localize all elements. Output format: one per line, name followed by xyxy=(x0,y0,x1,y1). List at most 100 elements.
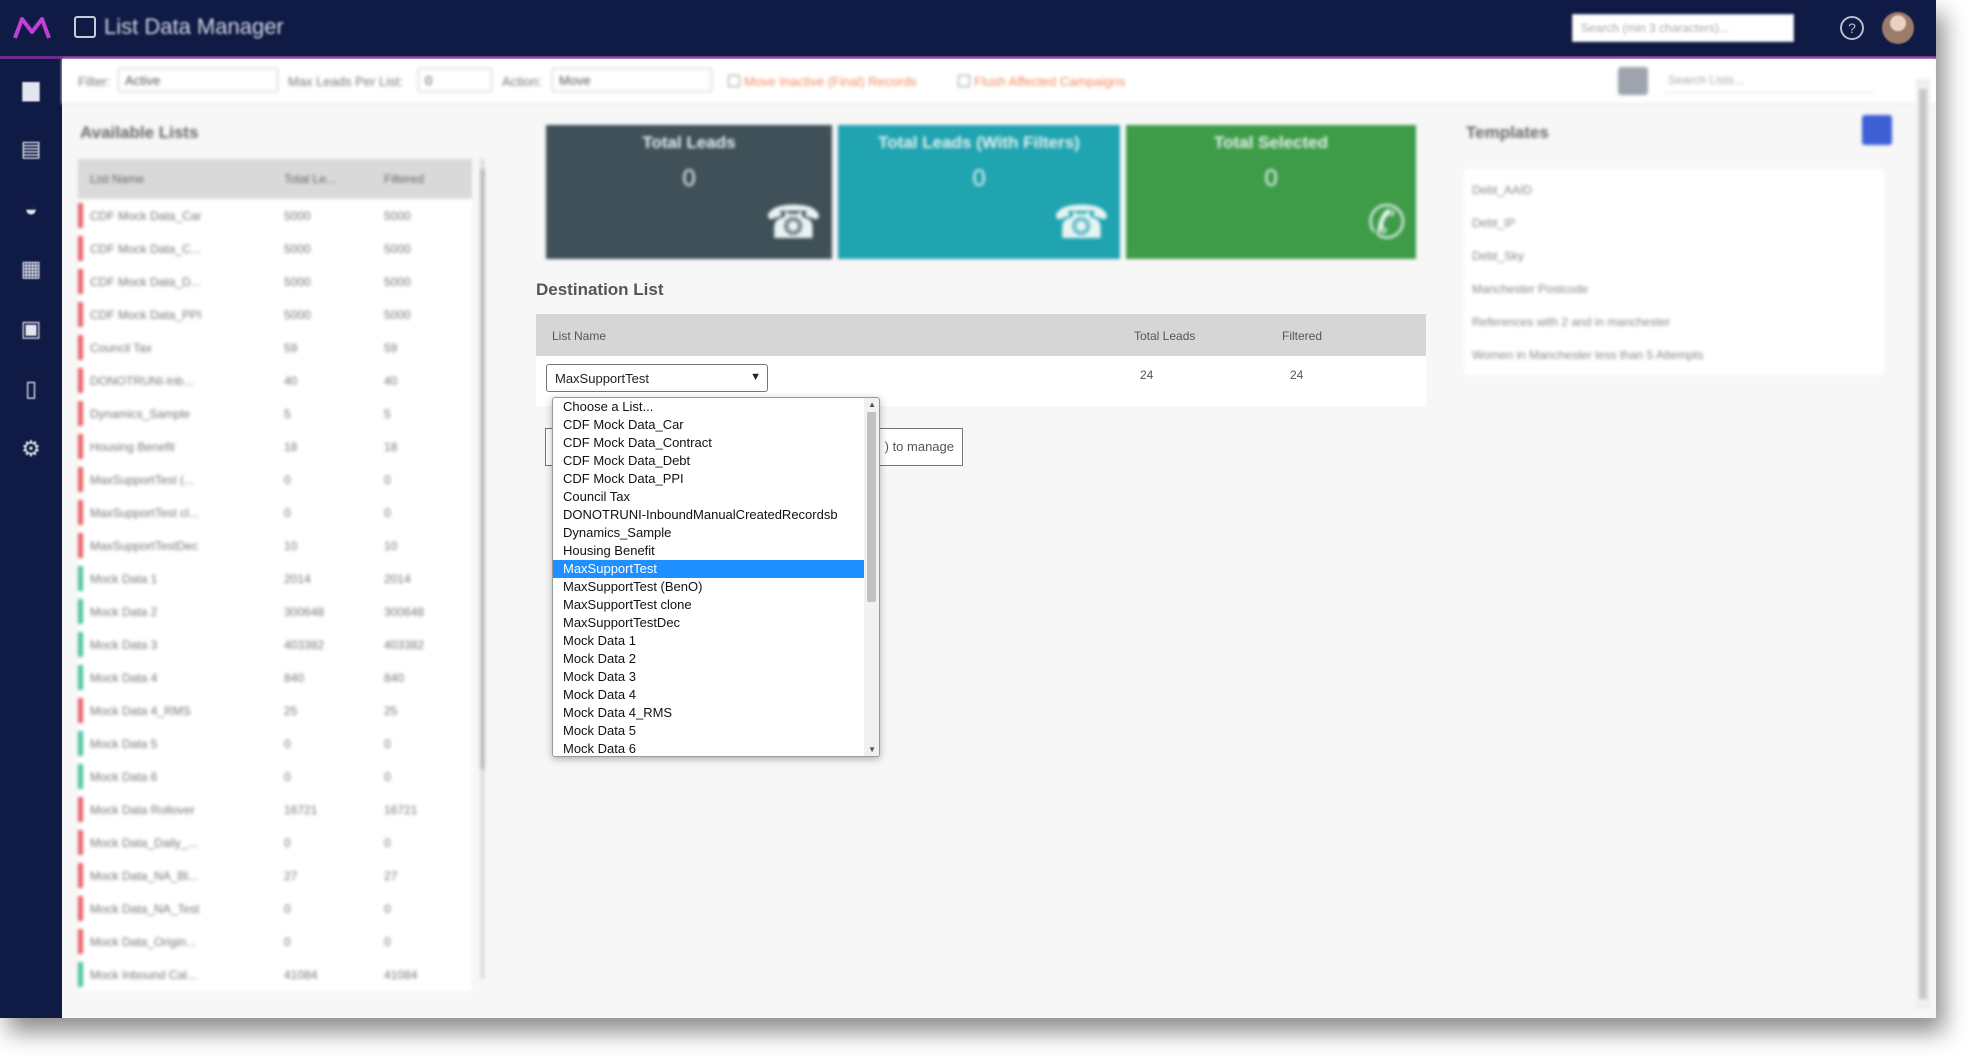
dropdown-option[interactable]: MaxSupportTest xyxy=(553,560,879,578)
table-row[interactable]: Dynamics_Sample 5 5 xyxy=(78,397,472,430)
list-name: CDF Mock Data_D... xyxy=(90,275,201,289)
dropdown-option[interactable]: Mock Data 4 xyxy=(553,686,879,704)
table-row[interactable]: Mock Data 2 300648 300648 xyxy=(78,595,472,628)
dropdown-option[interactable]: CDF Mock Data_Car xyxy=(553,416,879,434)
dropdown-option[interactable]: Mock Data 2 xyxy=(553,650,879,668)
phone-icon: ☎ xyxy=(764,196,822,248)
table-row[interactable]: CDF Mock Data_Car 5000 5000 xyxy=(78,199,472,232)
dropdown-option[interactable]: Mock Data 5 xyxy=(553,722,879,740)
status-indicator xyxy=(78,863,83,888)
status-indicator xyxy=(78,236,83,261)
table-row[interactable]: MaxSupportTest cl... 0 0 xyxy=(78,496,472,529)
scroll-down-icon[interactable]: ▼ xyxy=(868,745,876,754)
dropdown-option[interactable]: Choose a List... xyxy=(553,398,879,416)
template-item[interactable]: Debt_Sky xyxy=(1464,239,1884,272)
global-search-input[interactable]: Search (min 3 characters)... xyxy=(1572,14,1794,42)
dropdown-option[interactable]: DONOTRUNI-InboundManualCreatedRecordsb xyxy=(553,506,879,524)
move-inactive-checkbox[interactable] xyxy=(728,75,740,87)
dropdown-option[interactable]: MaxSupportTest (BenO) xyxy=(553,578,879,596)
list-name: Mock Data 2 xyxy=(90,605,158,619)
table-row[interactable]: Housing Benefit 18 18 xyxy=(78,430,472,463)
list-name: Mock Data_Daily_... xyxy=(90,836,198,850)
template-item[interactable]: References with 2 and in manchester xyxy=(1464,305,1884,338)
table-header: List Name Total Le... Filtered xyxy=(78,159,472,199)
dropdown-option[interactable]: Mock Data 3 xyxy=(553,668,879,686)
table-row[interactable]: Council Tax 59 59 xyxy=(78,331,472,364)
table-row[interactable]: Mock Data_Origin... 0 0 xyxy=(78,925,472,958)
filtered: 10 xyxy=(384,539,398,553)
dropdown-option[interactable]: CDF Mock Data_Debt xyxy=(553,452,879,470)
brand-logo-icon[interactable] xyxy=(12,14,52,42)
table-row[interactable]: CDF Mock Data_C... 5000 5000 xyxy=(78,232,472,265)
help-icon[interactable]: ? xyxy=(1840,16,1864,40)
table-row[interactable]: Mock Data_NA_Bl... 27 27 xyxy=(78,859,472,892)
flush-campaigns-checkbox[interactable] xyxy=(958,75,970,87)
dropdown-scrollbar-thumb[interactable] xyxy=(867,412,876,602)
template-item[interactable]: Women in Manchester less than 5 Attempts xyxy=(1464,338,1884,371)
col-filtered[interactable]: Filtered xyxy=(384,172,424,186)
filter-select[interactable]: Active xyxy=(118,68,278,92)
camera-icon[interactable] xyxy=(1618,67,1648,95)
status-indicator xyxy=(78,335,83,360)
filtered: 5000 xyxy=(384,275,411,289)
total-leads: 403382 xyxy=(284,638,325,652)
template-item[interactable]: Debt_IP xyxy=(1464,206,1884,239)
table-row[interactable]: CDF Mock Data_D... 5000 5000 xyxy=(78,265,472,298)
available-scrollbar-thumb[interactable] xyxy=(480,169,485,769)
templates-list: Debt_AAID Debt_IP Debt_Sky Manchester Postc… xyxy=(1464,169,1884,375)
max-leads-input[interactable]: 0 xyxy=(418,68,492,92)
list-name: Mock Data_NA_Test xyxy=(90,902,200,916)
dropdown-option[interactable]: CDF Mock Data_Contract xyxy=(553,434,879,452)
briefcase-icon[interactable]: ▆ xyxy=(17,77,45,101)
list-name: Mock Data_Origin... xyxy=(90,935,197,949)
dropdown-options: Choose a List... CDF Mock Data_Car CDF Moc… xyxy=(553,398,879,756)
table-row[interactable]: CDF Mock Data_PPI 5000 5000 xyxy=(78,298,472,331)
grid-icon[interactable]: ▤ xyxy=(17,137,45,161)
table-row[interactable]: DONOTRUNI-Inb... 40 40 xyxy=(78,364,472,397)
dropdown-option[interactable]: Dynamics_Sample xyxy=(553,524,879,542)
avatar[interactable] xyxy=(1882,12,1914,44)
destination-list-dropdown[interactable]: Choose a List... CDF Mock Data_Car CDF Moc… xyxy=(552,397,880,757)
table-row[interactable]: Mock Data 4_RMS 25 25 xyxy=(78,694,472,727)
table-row[interactable]: Mock Data 3 403382 403382 xyxy=(78,628,472,661)
table-row[interactable]: Mock Data_NA_Test 0 0 xyxy=(78,892,472,925)
template-item[interactable]: Manchester Postcode xyxy=(1464,272,1884,305)
dropdown-option[interactable]: MaxSupportTest clone xyxy=(553,596,879,614)
table-row[interactable]: Mock Data Rollover 16721 16721 xyxy=(78,793,472,826)
col-list-name[interactable]: List Name xyxy=(90,172,144,186)
settings-icon[interactable]: ⚙ xyxy=(17,437,45,461)
dropdown-option[interactable]: MaxSupportTestDec xyxy=(553,614,879,632)
table-row[interactable]: Mock Data 1 2014 2014 xyxy=(78,562,472,595)
tile-title: Total Selected xyxy=(1214,133,1328,152)
chevron-down-icon: ▼ xyxy=(750,371,761,383)
dropdown-option[interactable]: Council Tax xyxy=(553,488,879,506)
add-template-icon[interactable] xyxy=(1862,115,1892,145)
table-row[interactable]: Mock Data_Daily_... 0 0 xyxy=(78,826,472,859)
document-icon[interactable]: ▯ xyxy=(17,377,45,401)
dropdown-option[interactable]: Mock Data 1 xyxy=(553,632,879,650)
table-row[interactable]: Mock Data 4 840 840 xyxy=(78,661,472,694)
contacts-icon[interactable]: ▣ xyxy=(17,317,45,341)
table-row[interactable]: MaxSupportTestDec 10 10 xyxy=(78,529,472,562)
dashboard-icon[interactable]: ◒ xyxy=(17,197,45,221)
table-row[interactable]: Mock Inbound Cal... 41084 41084 xyxy=(78,958,472,991)
scroll-up-icon[interactable]: ▲ xyxy=(868,400,876,409)
table-row[interactable]: Mock Data 6 0 0 xyxy=(78,760,472,793)
total-leads: 27 xyxy=(284,869,298,883)
dropdown-option[interactable]: Mock Data 4_RMS xyxy=(553,704,879,722)
database-icon[interactable]: ▦ xyxy=(17,257,45,281)
total-selected-tile: Total Selected 0 ✆ xyxy=(1126,125,1416,259)
list-name: Mock Data 1 xyxy=(90,572,158,586)
list-search-input[interactable]: Search Lists... xyxy=(1664,69,1874,93)
template-item[interactable]: Debt_AAID xyxy=(1464,173,1884,206)
table-row[interactable]: MaxSupportTest (... 0 0 xyxy=(78,463,472,496)
filtered: 5000 xyxy=(384,209,411,223)
action-select[interactable]: Move xyxy=(552,68,712,92)
dropdown-option[interactable]: Mock Data 6 xyxy=(553,740,879,756)
destination-list-select[interactable]: MaxSupportTest ▼ xyxy=(546,364,768,392)
table-row[interactable]: Mock Data 5 0 0 xyxy=(78,727,472,760)
dropdown-option[interactable]: CDF Mock Data_PPI xyxy=(553,470,879,488)
main-scrollbar-thumb[interactable] xyxy=(1919,89,1927,999)
col-total-leads[interactable]: Total Le... xyxy=(284,172,336,186)
dropdown-option[interactable]: Housing Benefit xyxy=(553,542,879,560)
